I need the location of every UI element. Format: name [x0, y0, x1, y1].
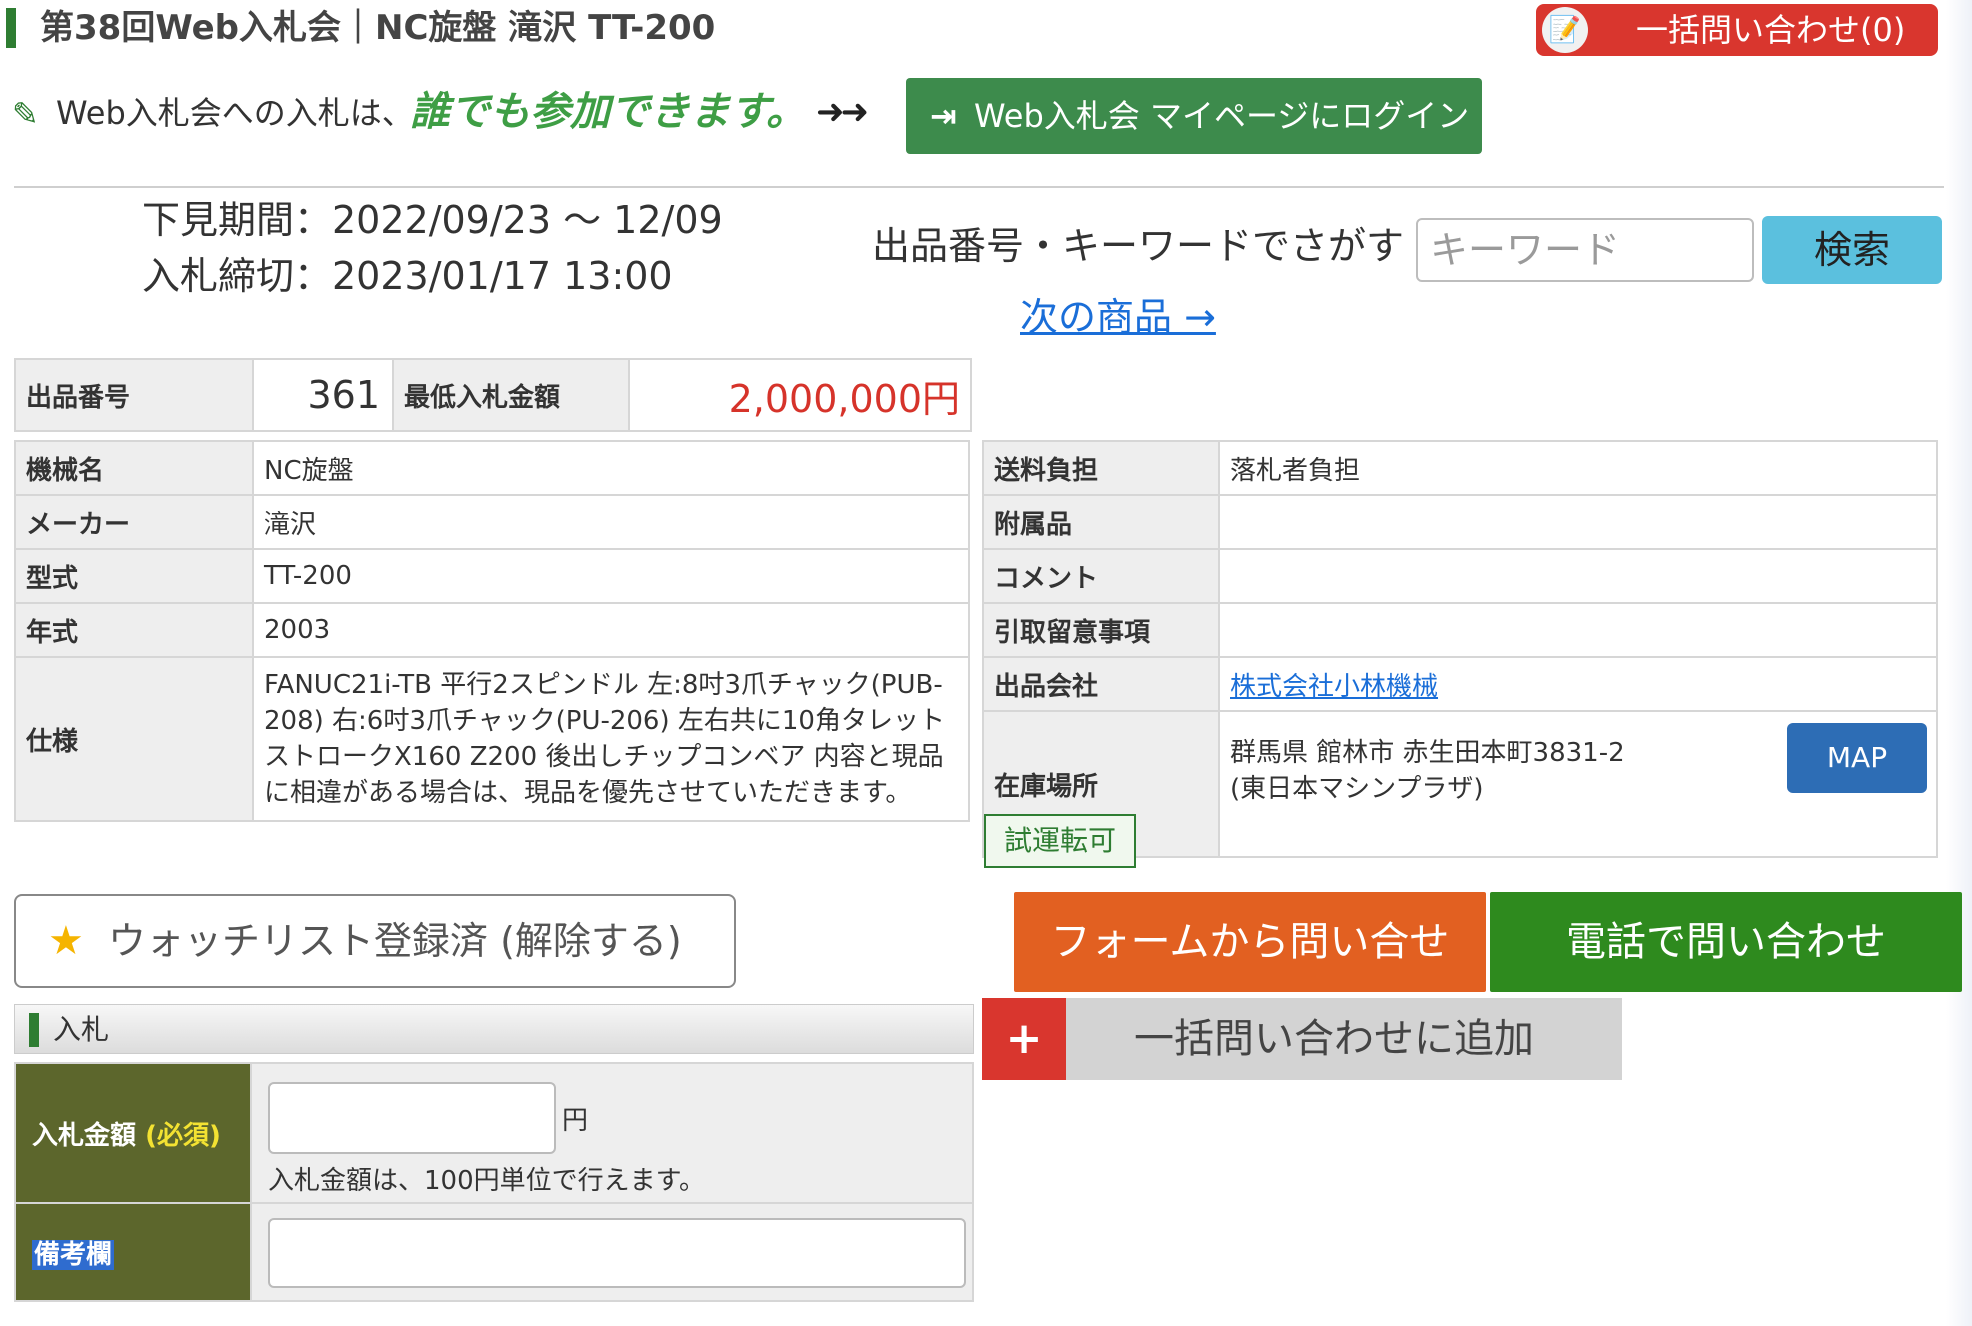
info-table: 送料負担 落札者負担 附属品 コメント 引取留意事項 出品会社 株式会社小林機械…: [982, 440, 1938, 858]
star-icon: ★: [48, 918, 84, 964]
form-inquiry-button[interactable]: フォームから問い合せ: [1014, 892, 1486, 992]
mypage-login-label: Web入札会 マイページにログイン: [974, 97, 1470, 135]
bid-amount-hint: 入札金額は、100円単位で行えます。: [268, 1166, 706, 1196]
spec-label-maker: メーカー: [14, 494, 254, 550]
company-link[interactable]: 株式会社小林機械: [1230, 672, 1438, 702]
sign-in-icon: ⇥: [930, 97, 957, 135]
search-button[interactable]: 検索: [1762, 216, 1942, 284]
min-price: 2,000,000円: [628, 358, 972, 432]
comment-label: コメント: [982, 548, 1220, 604]
comment-value: [1218, 548, 1938, 604]
search-label: 出品番号・キーワードでさがす: [872, 224, 1405, 268]
section-accent-bar: [29, 1013, 39, 1047]
window-edge-shadow: [1946, 0, 1972, 1326]
min-price-label: 最低入札金額: [392, 358, 630, 432]
phone-inquiry-button[interactable]: 電話で問い合わせ: [1490, 892, 1962, 992]
bid-amount-cell: 円 入札金額は、100円単位で行えます。: [250, 1062, 974, 1204]
company-label: 出品会社: [982, 656, 1220, 712]
spec-table: 機械名 NC旋盤 メーカー 滝沢 型式 TT-200 年式 2003 仕様 FA…: [14, 440, 970, 822]
bid-amount-label: 入札金額: [32, 1120, 137, 1151]
company-cell: 株式会社小林機械: [1218, 656, 1938, 712]
notice-text: Web入札会への入札は、: [56, 94, 414, 132]
bid-section-header: 入札: [14, 1004, 974, 1054]
title-accent-bar: [6, 8, 16, 48]
bid-section-title: 入札: [53, 1013, 110, 1046]
spec-value-specification: FANUC21i-TB 平行2スピンドル 左:8吋3爪チャック(PUB-208)…: [252, 656, 970, 822]
shipping-value: 落札者負担: [1218, 440, 1938, 496]
bid-amount-input[interactable]: [268, 1082, 556, 1154]
bid-amount-label-cell: 入札金額 (必須): [14, 1062, 252, 1204]
bid-form-table: 入札金額 (必須) 円 入札金額は、100円単位で行えます。 備考欄: [14, 1062, 974, 1302]
location-address: 群馬県 館林市 赤生田本町3831-2 (東日本マシンプラザ): [1230, 735, 1625, 807]
spec-value-year: 2003: [252, 602, 970, 658]
spec-value-machine: NC旋盤: [252, 440, 970, 496]
spec-label-machine: 機械名: [14, 440, 254, 496]
spec-value-maker: 滝沢: [252, 494, 970, 550]
watchlist-label: ウォッチリスト登録済 (解除する): [108, 919, 682, 963]
bid-deadline: 入札締切：2023/01/17 13:00: [142, 254, 673, 298]
remarks-label: 備考欄: [32, 1239, 115, 1270]
spec-label-specification: 仕様: [14, 656, 254, 822]
bulk-inquiry-label: 一括問い合わせ(0): [1636, 11, 1906, 49]
accessories-value: [1218, 494, 1938, 550]
lot-number-label: 出品番号: [14, 358, 254, 432]
remarks-cell: [250, 1202, 974, 1302]
spec-value-model: TT-200: [252, 548, 970, 604]
trial-run-badge: 試運転可: [984, 814, 1136, 868]
bulk-inquiry-button[interactable]: 📝 一括問い合わせ(0): [1536, 4, 1938, 56]
add-to-bulk-inquiry-label: 一括問い合わせに追加: [1134, 1016, 1534, 1062]
yen-unit: 円: [562, 1106, 589, 1136]
shipping-label: 送料負担: [982, 440, 1220, 496]
watchlist-button[interactable]: ★ ウォッチリスト登録済 (解除する): [14, 894, 736, 988]
notice-emphasis: 誰でも参加できます。: [410, 89, 806, 135]
location-cell: 群馬県 館林市 赤生田本町3831-2 (東日本マシンプラザ) MAP: [1218, 710, 1938, 858]
divider: [14, 186, 1944, 188]
search-input[interactable]: [1416, 218, 1754, 282]
pickup-notes-value: [1218, 602, 1938, 658]
spec-label-model: 型式: [14, 548, 254, 604]
spec-label-year: 年式: [14, 602, 254, 658]
edit-icon: ✎: [12, 95, 39, 133]
add-to-bulk-inquiry-button[interactable]: + 一括問い合わせに追加: [982, 998, 1622, 1080]
double-arrow-icon: ➜➜: [816, 92, 869, 132]
map-button[interactable]: MAP: [1787, 723, 1927, 793]
preview-period: 下見期間：2022/09/23 〜 12/09: [142, 198, 723, 242]
mypage-login-button[interactable]: ⇥ Web入札会 マイページにログイン: [906, 78, 1482, 154]
plus-icon: +: [982, 998, 1066, 1080]
next-item-link[interactable]: 次の商品 →: [1020, 292, 1216, 342]
location-line-1: 群馬県 館林市 赤生田本町3831-2: [1230, 738, 1625, 768]
clipboard-icon: 📝: [1542, 7, 1588, 53]
remarks-input[interactable]: [268, 1218, 966, 1288]
remarks-label-cell: 備考欄: [14, 1202, 252, 1302]
pickup-notes-label: 引取留意事項: [982, 602, 1220, 658]
lot-summary-table: 出品番号 361 最低入札金額 2,000,000円: [14, 358, 972, 432]
accessories-label: 附属品: [982, 494, 1220, 550]
location-line-2: (東日本マシンプラザ): [1230, 774, 1484, 804]
required-marker: (必須): [145, 1120, 221, 1151]
lot-number: 361: [252, 358, 394, 432]
page-title: 第38回Web入札会｜NC旋盤 滝沢 TT-200: [40, 8, 716, 48]
